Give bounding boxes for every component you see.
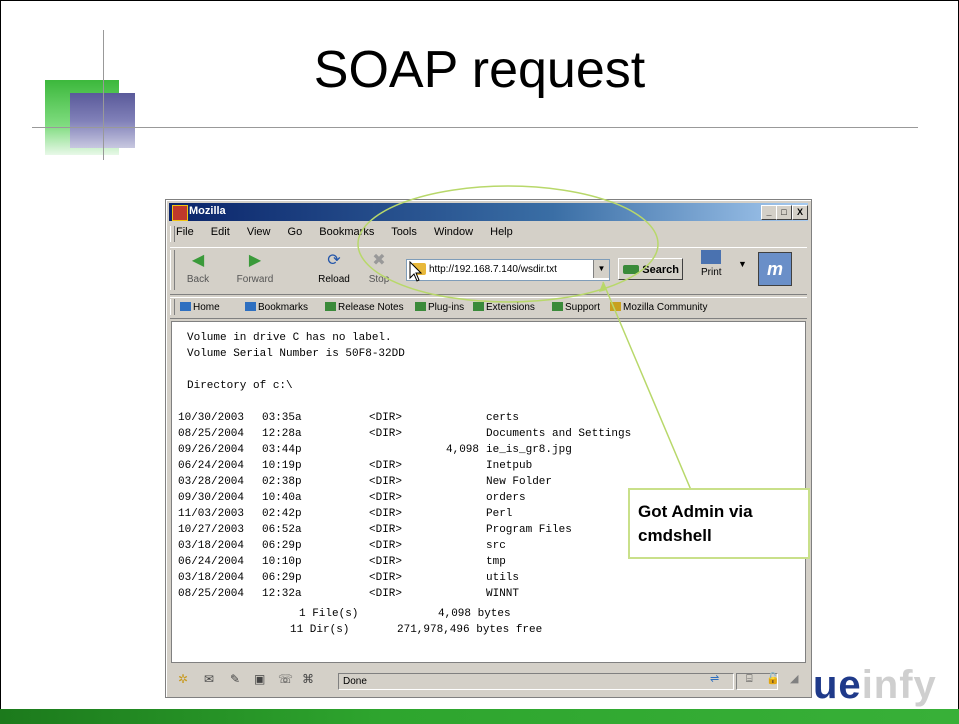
callout-text: Got Admin via cmdshell	[638, 500, 753, 548]
footer-bar	[0, 709, 959, 724]
brand-part-2: infy	[861, 663, 937, 707]
annotation-ellipse	[357, 185, 659, 303]
brand-logo-text: ueinfy	[813, 663, 937, 708]
callout-line-2: cmdshell	[638, 526, 712, 545]
callout-box: Got Admin via cmdshell	[628, 488, 810, 559]
callout-line-1: Got Admin via	[638, 502, 753, 521]
annotation-overlay	[357, 185, 692, 491]
mouse-cursor-icon	[409, 260, 423, 282]
annotation-pointer-line	[602, 281, 692, 491]
brand-part-1: ue	[813, 663, 862, 707]
